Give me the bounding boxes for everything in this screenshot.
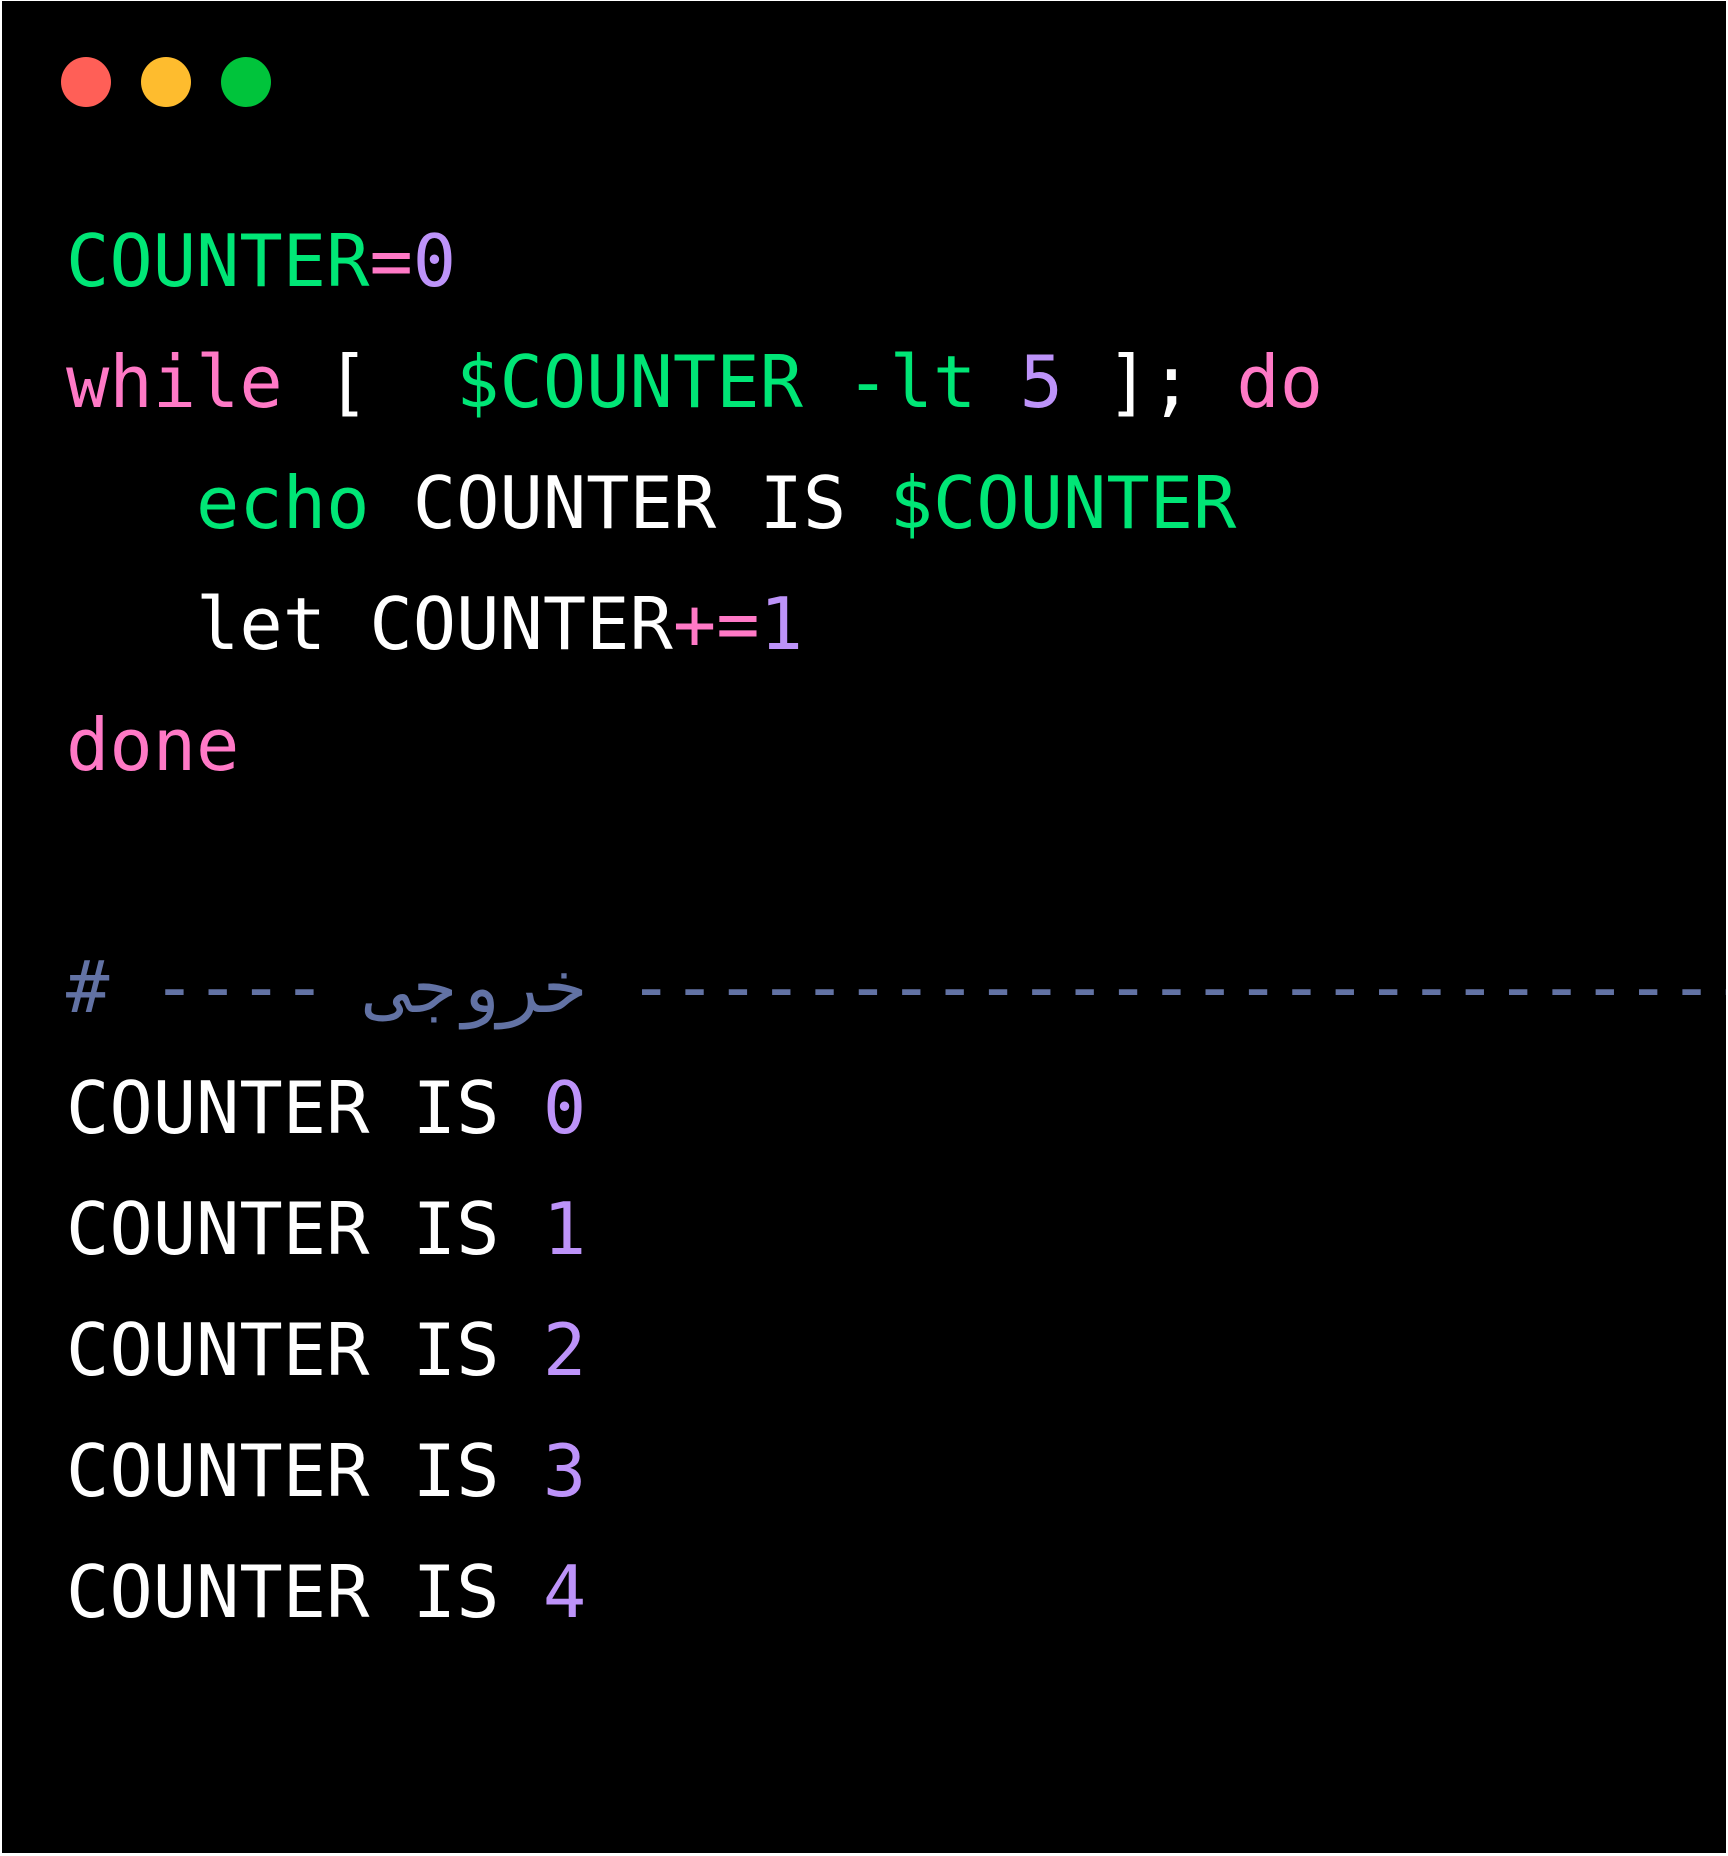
code-token-default [66, 461, 196, 545]
code-token-number: 4 [542, 1550, 587, 1634]
minimize-button[interactable] [141, 57, 191, 107]
code-token-keyword: done [66, 703, 240, 787]
code-token-variable: COUNTER [66, 219, 370, 303]
code-token-number: 0 [412, 219, 457, 303]
code-token-variable: $COUNTER [889, 461, 1237, 545]
code-token-default: COUNTER IS [66, 1550, 543, 1634]
line-output-4: COUNTER IS 4 [66, 1532, 1726, 1653]
code-token-number: 1 [759, 582, 803, 666]
line-output-1: COUNTER IS 1 [66, 1169, 1726, 1290]
zoom-button[interactable] [221, 57, 271, 107]
code-token-default: ]; [1063, 340, 1237, 424]
code-token-keyword: do [1236, 340, 1324, 424]
code-token-default: COUNTER IS [66, 1066, 543, 1150]
code-token-default: COUNTER IS [66, 1429, 543, 1513]
code-token-keyword: = [369, 219, 413, 303]
code-token-default: COUNTER IS [66, 1308, 543, 1392]
line-output-0: COUNTER IS 0 [66, 1048, 1726, 1169]
line-counter-assign: COUNTER=0 [66, 201, 1726, 322]
code-token-variable: $COUNTER -lt [456, 340, 977, 424]
code-token-number: 5 [1019, 340, 1064, 424]
code-token-default [976, 340, 1019, 424]
line-echo: echo COUNTER IS $COUNTER [66, 443, 1726, 564]
close-button[interactable] [61, 57, 111, 107]
code-token-number: 1 [542, 1187, 587, 1271]
code-token-default: COUNTER IS [66, 1187, 543, 1271]
line-done: done [66, 685, 1726, 806]
code-token-number: 3 [542, 1429, 587, 1513]
line-output-2: COUNTER IS 2 [66, 1290, 1726, 1411]
code-token-number: 0 [542, 1066, 587, 1150]
code-block: COUNTER=0 while [ $COUNTER -lt 5 ]; do ec… [66, 201, 1726, 1653]
code-token-number: 2 [542, 1308, 587, 1392]
code-token-default [66, 824, 109, 908]
line-output-comment: # ---- خروجی --------------------------- [66, 927, 1726, 1048]
line-blank [66, 806, 1726, 927]
code-window: COUNTER=0 while [ $COUNTER -lt 5 ]; do ec… [2, 1, 1726, 1853]
line-let: let COUNTER+=1 [66, 564, 1726, 685]
code-token-variable: echo [196, 461, 370, 545]
code-token-comment: # ---- خروجی --------------------------- [66, 945, 1726, 1029]
window-controls [61, 57, 271, 107]
line-while: while [ $COUNTER -lt 5 ]; do [66, 322, 1726, 443]
code-token-default: [ [282, 340, 457, 424]
code-token-default: COUNTER IS [369, 461, 890, 545]
code-token-keyword: += [672, 582, 760, 666]
code-token-default: let COUNTER [66, 582, 673, 666]
line-output-3: COUNTER IS 3 [66, 1411, 1726, 1532]
code-token-keyword: while [66, 340, 283, 424]
